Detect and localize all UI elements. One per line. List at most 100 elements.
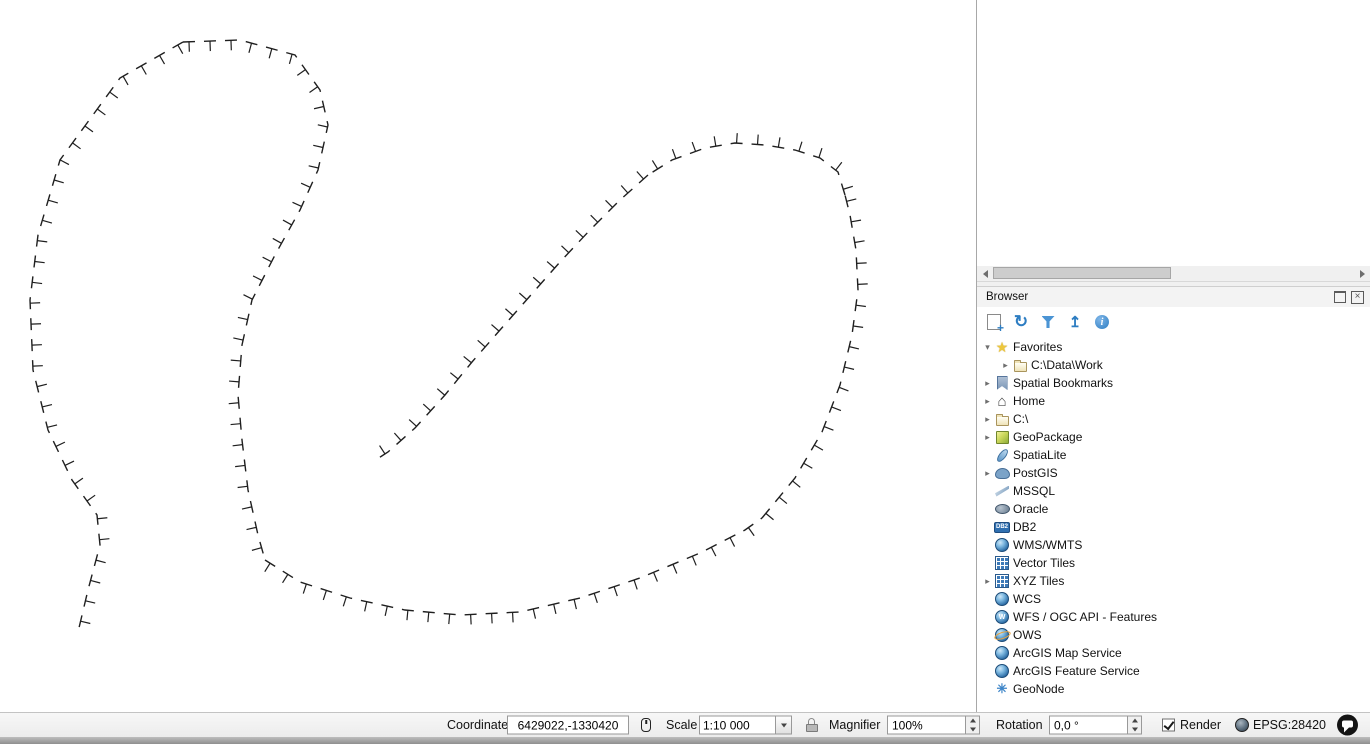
browser-item-postgis[interactable]: ▸PostGIS [977,464,1370,482]
globe-w-icon [994,609,1010,625]
oracle-icon [994,501,1010,517]
filter-browser-button[interactable] [1037,311,1059,333]
magnifier-label: Magnifier [829,718,880,732]
map-canvas-svg[interactable] [0,0,976,712]
grid-icon [994,555,1010,571]
browser-item-label: ArcGIS Map Service [1013,646,1122,660]
add-selected-layers-button[interactable] [983,311,1005,333]
browser-item-spatial-bookmarks[interactable]: ▸ Spatial Bookmarks [977,374,1370,392]
expand-arrow-icon[interactable]: ▸ [981,396,994,407]
browser-item-label: Spatial Bookmarks [1013,376,1113,390]
crs-label[interactable]: EPSG:28420 [1253,718,1326,732]
render-label: Render [1180,718,1221,732]
expand-arrow-icon[interactable]: ▸ [981,414,994,425]
browser-toolbar [977,307,1370,336]
refresh-icon [1014,312,1028,332]
star-icon [994,339,1010,355]
magnifier-input[interactable] [887,716,965,735]
rotation-spinner[interactable] [1049,716,1142,735]
browser-item-wfs-ogc-api-features[interactable]: WFS / OGC API - Features [977,608,1370,626]
magnifier-up-icon[interactable] [966,717,979,726]
browser-item-arcgis-feature-service[interactable]: ArcGIS Feature Service [977,662,1370,680]
browser-item-db2[interactable]: DB2 [977,518,1370,536]
scrollbar-thumb[interactable] [993,267,1171,279]
browser-panel-title: Browser [986,291,1334,303]
render-checkbox[interactable] [1162,719,1175,732]
coordinate-input[interactable] [507,716,629,735]
browser-item-c[interactable]: ▸ C:\ [977,410,1370,428]
browser-item-geonode[interactable]: GeoNode [977,680,1370,698]
scale-input[interactable] [699,716,776,735]
mouse-extents-icon[interactable] [641,718,651,732]
grid-icon [994,573,1010,589]
rotation-label: Rotation [996,718,1043,732]
browser-item-home[interactable]: ▸ Home [977,392,1370,410]
geopackage-icon [994,429,1010,445]
refresh-button[interactable] [1010,311,1032,333]
home-icon [994,393,1010,409]
browser-item-label: C:\Data\Work [1031,358,1103,372]
rotation-input[interactable] [1049,716,1127,735]
qgis-window: Browser × ▾Favorites▸C:\Data\Work▸Spatia… [0,0,1370,744]
browser-item-vector-tiles[interactable]: Vector Tiles [977,554,1370,572]
expand-arrow-icon[interactable]: ▸ [981,576,994,587]
browser-item-spatialite[interactable]: SpatiaLite [977,446,1370,464]
spatialite-icon [994,447,1010,463]
browser-item-label: SpatiaLite [1013,448,1066,462]
globe-icon [994,663,1010,679]
magnifier-down-icon[interactable] [966,725,979,734]
crs-globe-icon[interactable] [1235,718,1249,732]
float-panel-icon[interactable] [1334,291,1346,303]
browser-item-mssql[interactable]: MSSQL [977,482,1370,500]
browser-panel: Browser × ▾Favorites▸C:\Data\Work▸Spatia… [977,286,1370,712]
browser-item-wms-wmts[interactable]: WMS/WMTS [977,536,1370,554]
browser-item-label: Favorites [1013,340,1062,354]
map-feature-bottom-curve [265,518,762,624]
right-dock-area: Browser × ▾Favorites▸C:\Data\Work▸Spatia… [976,0,1370,712]
rotation-down-icon[interactable] [1128,725,1141,734]
mssql-icon [994,483,1010,499]
messages-button[interactable] [1337,715,1358,736]
browser-item-label: DB2 [1013,520,1036,534]
browser-item-geopackage[interactable]: ▸ GeoPackage [977,428,1370,446]
browser-item-arcgis-map-service[interactable]: ArcGIS Map Service [977,644,1370,662]
browser-item-favorites[interactable]: ▾ Favorites [977,338,1370,356]
map-feature-inner-diagonal [374,172,648,461]
horizontal-scrollbar[interactable] [977,266,1370,282]
browser-item-label: ArcGIS Feature Service [1013,664,1140,678]
browser-item-oracle[interactable]: Oracle [977,500,1370,518]
close-panel-icon[interactable]: × [1351,291,1364,304]
scrollbar-track[interactable] [993,266,1354,281]
map-canvas[interactable] [0,0,976,712]
lock-scale-icon[interactable] [806,718,818,732]
browser-item-label: Home [1013,394,1045,408]
collapse-all-icon [1069,313,1082,332]
db2-icon [994,519,1010,535]
expand-arrow-icon[interactable]: ▸ [981,378,994,389]
collapse-all-button[interactable] [1064,311,1086,333]
browser-item-label: C:\ [1013,412,1028,426]
scale-dropdown-arrow-icon[interactable] [775,716,792,735]
browser-item-label: GeoPackage [1013,430,1082,444]
browser-item-xyz-tiles[interactable]: ▸XYZ Tiles [977,572,1370,590]
expand-arrow-icon[interactable]: ▸ [981,468,994,479]
browser-tree: ▾Favorites▸C:\Data\Work▸Spatial Bookmark… [977,336,1370,698]
browser-item-c-data-work[interactable]: ▸ C:\Data\Work [977,356,1370,374]
folder-icon [1012,357,1028,373]
map-feature-east-rise [762,195,868,520]
magnifier-spinner[interactable] [887,716,980,735]
browser-item-ows[interactable]: OWS [977,626,1370,644]
folder-icon [994,411,1010,427]
collapse-arrow-icon[interactable]: ▾ [981,342,994,353]
expand-arrow-icon[interactable]: ▸ [981,432,994,443]
browser-item-wcs[interactable]: WCS [977,590,1370,608]
filter-browser-icon [1042,316,1055,328]
expand-arrow-icon[interactable]: ▸ [999,360,1012,371]
properties-widget-button[interactable] [1091,311,1113,333]
map-feature-left-shape-east-edge [183,40,328,560]
scrollbar-right-arrow-icon[interactable] [1354,266,1370,281]
rotation-up-icon[interactable] [1128,717,1141,726]
properties-widget-icon [1095,315,1109,329]
scrollbar-left-arrow-icon[interactable] [977,266,993,281]
browser-item-label: OWS [1013,628,1042,642]
